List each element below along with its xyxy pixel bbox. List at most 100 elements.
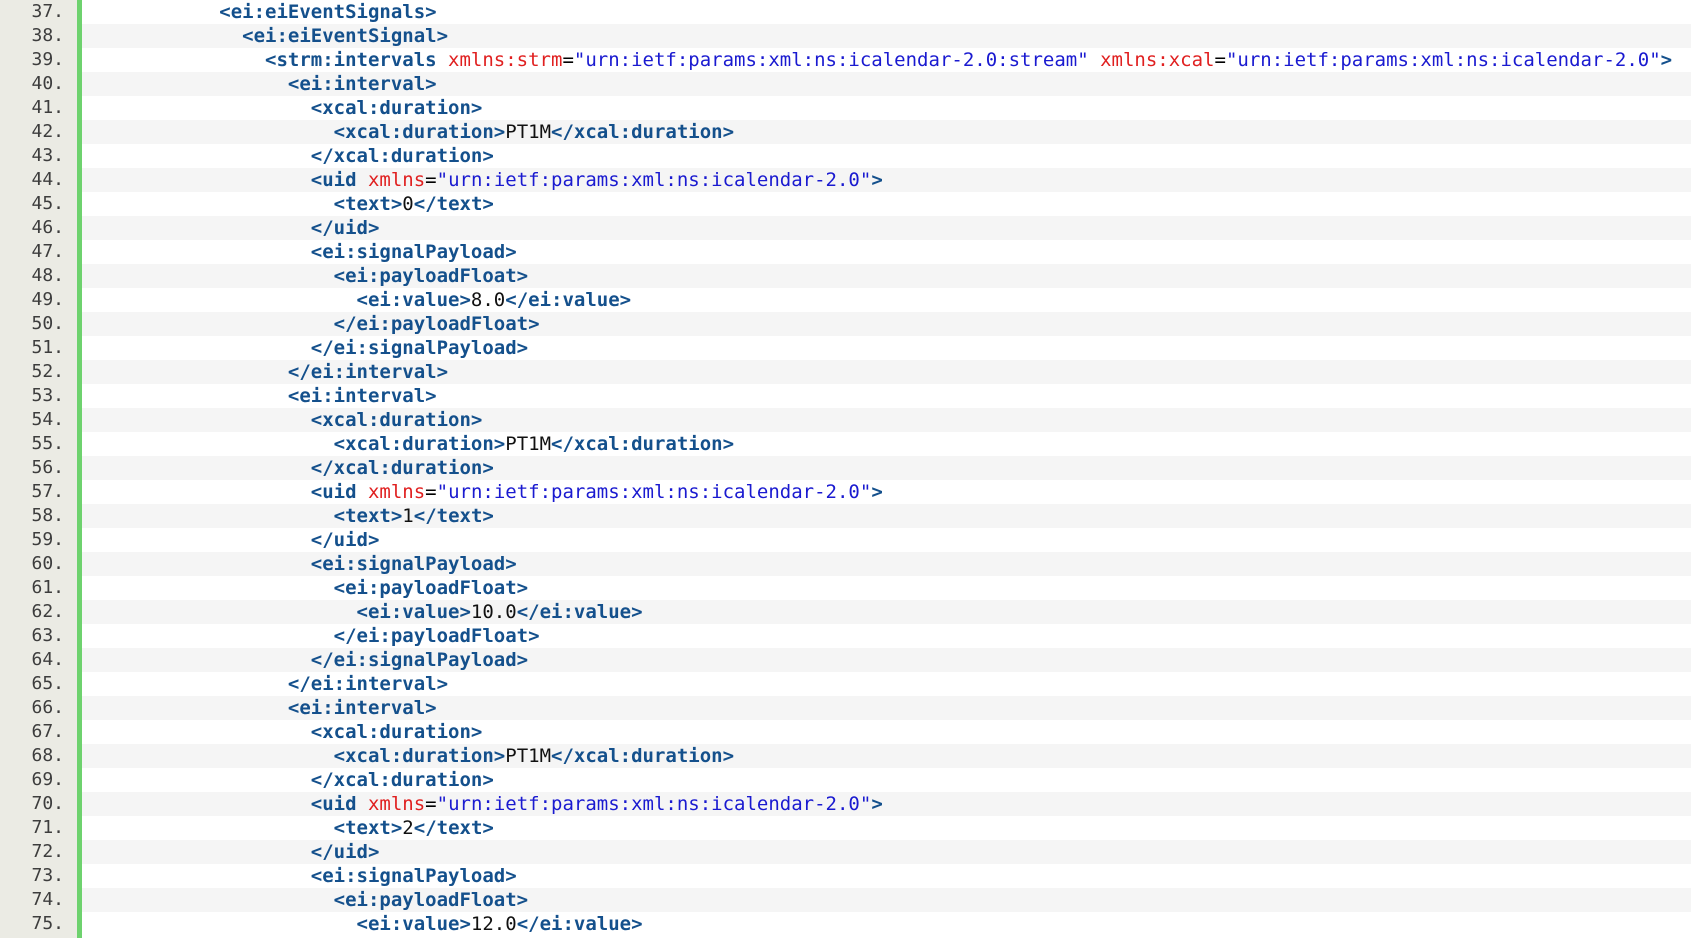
xml-punctuation: [1089, 49, 1100, 71]
code-content: <xcal:duration>PT1M</xcal:duration>: [82, 432, 1691, 456]
xml-tag: <ei:value>: [356, 601, 471, 623]
code-content: <ei:signalPayload>: [82, 240, 1691, 264]
code-content: <ei:signalPayload>: [82, 552, 1691, 576]
code-viewer[interactable]: 37. <ei:eiEventSignals> 38. <ei:eiEventSign…: [0, 0, 1691, 938]
xml-tag: </xcal:duration>: [310, 145, 494, 167]
code-line: 64. </ei:signalPayload>: [0, 648, 1691, 672]
xml-tag: <ei:interval>: [287, 73, 437, 95]
code-content: <ei:signalPayload>: [82, 864, 1691, 888]
code-line: 56. </xcal:duration>: [0, 456, 1691, 480]
code-line: 63. </ei:payloadFloat>: [0, 624, 1691, 648]
code-content: <text>2</text>: [82, 816, 1691, 840]
line-number: 68.: [31, 745, 64, 766]
xml-attribute-value: "urn:ietf:params:xml:ns:icalendar-2.0": [436, 169, 872, 191]
xml-attribute-value: "urn:ietf:params:xml:ns:icalendar-2.0": [436, 793, 872, 815]
code-content: <ei:eiEventSignals>: [82, 0, 1691, 24]
xml-tag: >: [871, 793, 883, 815]
xml-tag: </xcal:duration>: [551, 745, 735, 767]
code-content: <ei:interval>: [82, 384, 1691, 408]
xml-tag: <ei:signalPayload>: [310, 865, 517, 887]
code-line: 51. </ei:signalPayload>: [0, 336, 1691, 360]
xml-text: PT1M: [505, 433, 552, 455]
xml-tag: <xcal:duration>: [310, 409, 483, 431]
xml-tag: </ei:interval>: [287, 361, 449, 383]
code-content: </ei:interval>: [82, 672, 1691, 696]
xml-tag: <xcal:duration>: [333, 121, 506, 143]
xml-tag: </ei:signalPayload>: [310, 337, 529, 359]
line-number: 63.: [31, 625, 64, 646]
code-content: <ei:value>12.0</ei:value>: [82, 912, 1691, 936]
line-number: 49.: [31, 289, 64, 310]
xml-tag: <uid: [310, 169, 368, 191]
code-line: 49. <ei:value>8.0</ei:value>: [0, 288, 1691, 312]
code-line: 59. </uid>: [0, 528, 1691, 552]
xml-tag: <xcal:duration>: [333, 745, 506, 767]
line-number: 47.: [31, 241, 64, 262]
code-content: <ei:payloadFloat>: [82, 888, 1691, 912]
line-number: 56.: [31, 457, 64, 478]
xml-tag: <ei:interval>: [287, 385, 437, 407]
code-content: </ei:signalPayload>: [82, 336, 1691, 360]
line-number: 74.: [31, 889, 64, 910]
xml-text: 10.0: [470, 601, 517, 623]
xml-tag: </ei:signalPayload>: [310, 649, 529, 671]
xml-attribute-name: xmlns: [367, 169, 426, 191]
code-content: <uid xmlns="urn:ietf:params:xml:ns:icale…: [82, 168, 1691, 192]
xml-punctuation: =: [1214, 49, 1226, 71]
xml-text: 8.0: [470, 289, 506, 311]
line-number: 45.: [31, 193, 64, 214]
xml-tag: </xcal:duration>: [551, 121, 735, 143]
code-content: <xcal:duration>: [82, 408, 1691, 432]
line-number: 64.: [31, 649, 64, 670]
code-line: 46. </uid>: [0, 216, 1691, 240]
line-number: 42.: [31, 121, 64, 142]
xml-punctuation: =: [425, 793, 437, 815]
line-number: 67.: [31, 721, 64, 742]
xml-tag: </text>: [413, 193, 494, 215]
code-content: </uid>: [82, 840, 1691, 864]
line-number: 55.: [31, 433, 64, 454]
xml-punctuation: =: [562, 49, 574, 71]
line-number: 66.: [31, 697, 64, 718]
xml-tag: </xcal:duration>: [310, 457, 494, 479]
code-line: 47. <ei:signalPayload>: [0, 240, 1691, 264]
xml-tag: >: [1660, 49, 1673, 71]
xml-attribute-name: xmlns:xcal: [1100, 49, 1215, 71]
xml-tag: </ei:interval>: [287, 673, 449, 695]
line-number: 57.: [31, 481, 64, 502]
xml-text: 1: [402, 505, 414, 527]
line-number: 46.: [31, 217, 64, 238]
code-content: </xcal:duration>: [82, 456, 1691, 480]
xml-tag: </ei:payloadFloat>: [333, 625, 540, 647]
code-line: 44. <uid xmlns="urn:ietf:params:xml:ns:ic…: [0, 168, 1691, 192]
code-line: 60. <ei:signalPayload>: [0, 552, 1691, 576]
code-line: 70. <uid xmlns="urn:ietf:params:xml:ns:ic…: [0, 792, 1691, 816]
line-number: 69.: [31, 769, 64, 790]
line-number: 70.: [31, 793, 64, 814]
code-content: <uid xmlns="urn:ietf:params:xml:ns:icale…: [82, 480, 1691, 504]
xml-attribute-name: xmlns:strm: [448, 49, 563, 71]
line-number: 41.: [31, 97, 64, 118]
code-line: 61. <ei:payloadFloat>: [0, 576, 1691, 600]
line-number: 50.: [31, 313, 64, 334]
code-content: <ei:value>10.0</ei:value>: [82, 600, 1691, 624]
xml-punctuation: =: [425, 169, 437, 191]
code-content: </ei:interval>: [82, 360, 1691, 384]
code-content: </xcal:duration>: [82, 768, 1691, 792]
code-line: 65. </ei:interval>: [0, 672, 1691, 696]
line-number: 60.: [31, 553, 64, 574]
xml-attribute-value: "urn:ietf:params:xml:ns:icalendar-2.0": [1225, 49, 1661, 71]
code-line: 45. <text>0</text>: [0, 192, 1691, 216]
code-content: </xcal:duration>: [82, 144, 1691, 168]
code-content: <xcal:duration>PT1M</xcal:duration>: [82, 120, 1691, 144]
xml-text: 12.0: [470, 913, 517, 935]
line-number: 39.: [31, 49, 64, 70]
xml-tag: </xcal:duration>: [551, 433, 735, 455]
xml-tag: <strm:intervals: [265, 49, 449, 71]
xml-attribute-value: "urn:ietf:params:xml:ns:icalendar-2.0": [436, 481, 872, 503]
code-line: 48. <ei:payloadFloat>: [0, 264, 1691, 288]
xml-attribute-name: xmlns: [367, 481, 426, 503]
line-number: 62.: [31, 601, 64, 622]
xml-tag: >: [871, 481, 883, 503]
xml-tag: <ei:value>: [356, 913, 471, 935]
